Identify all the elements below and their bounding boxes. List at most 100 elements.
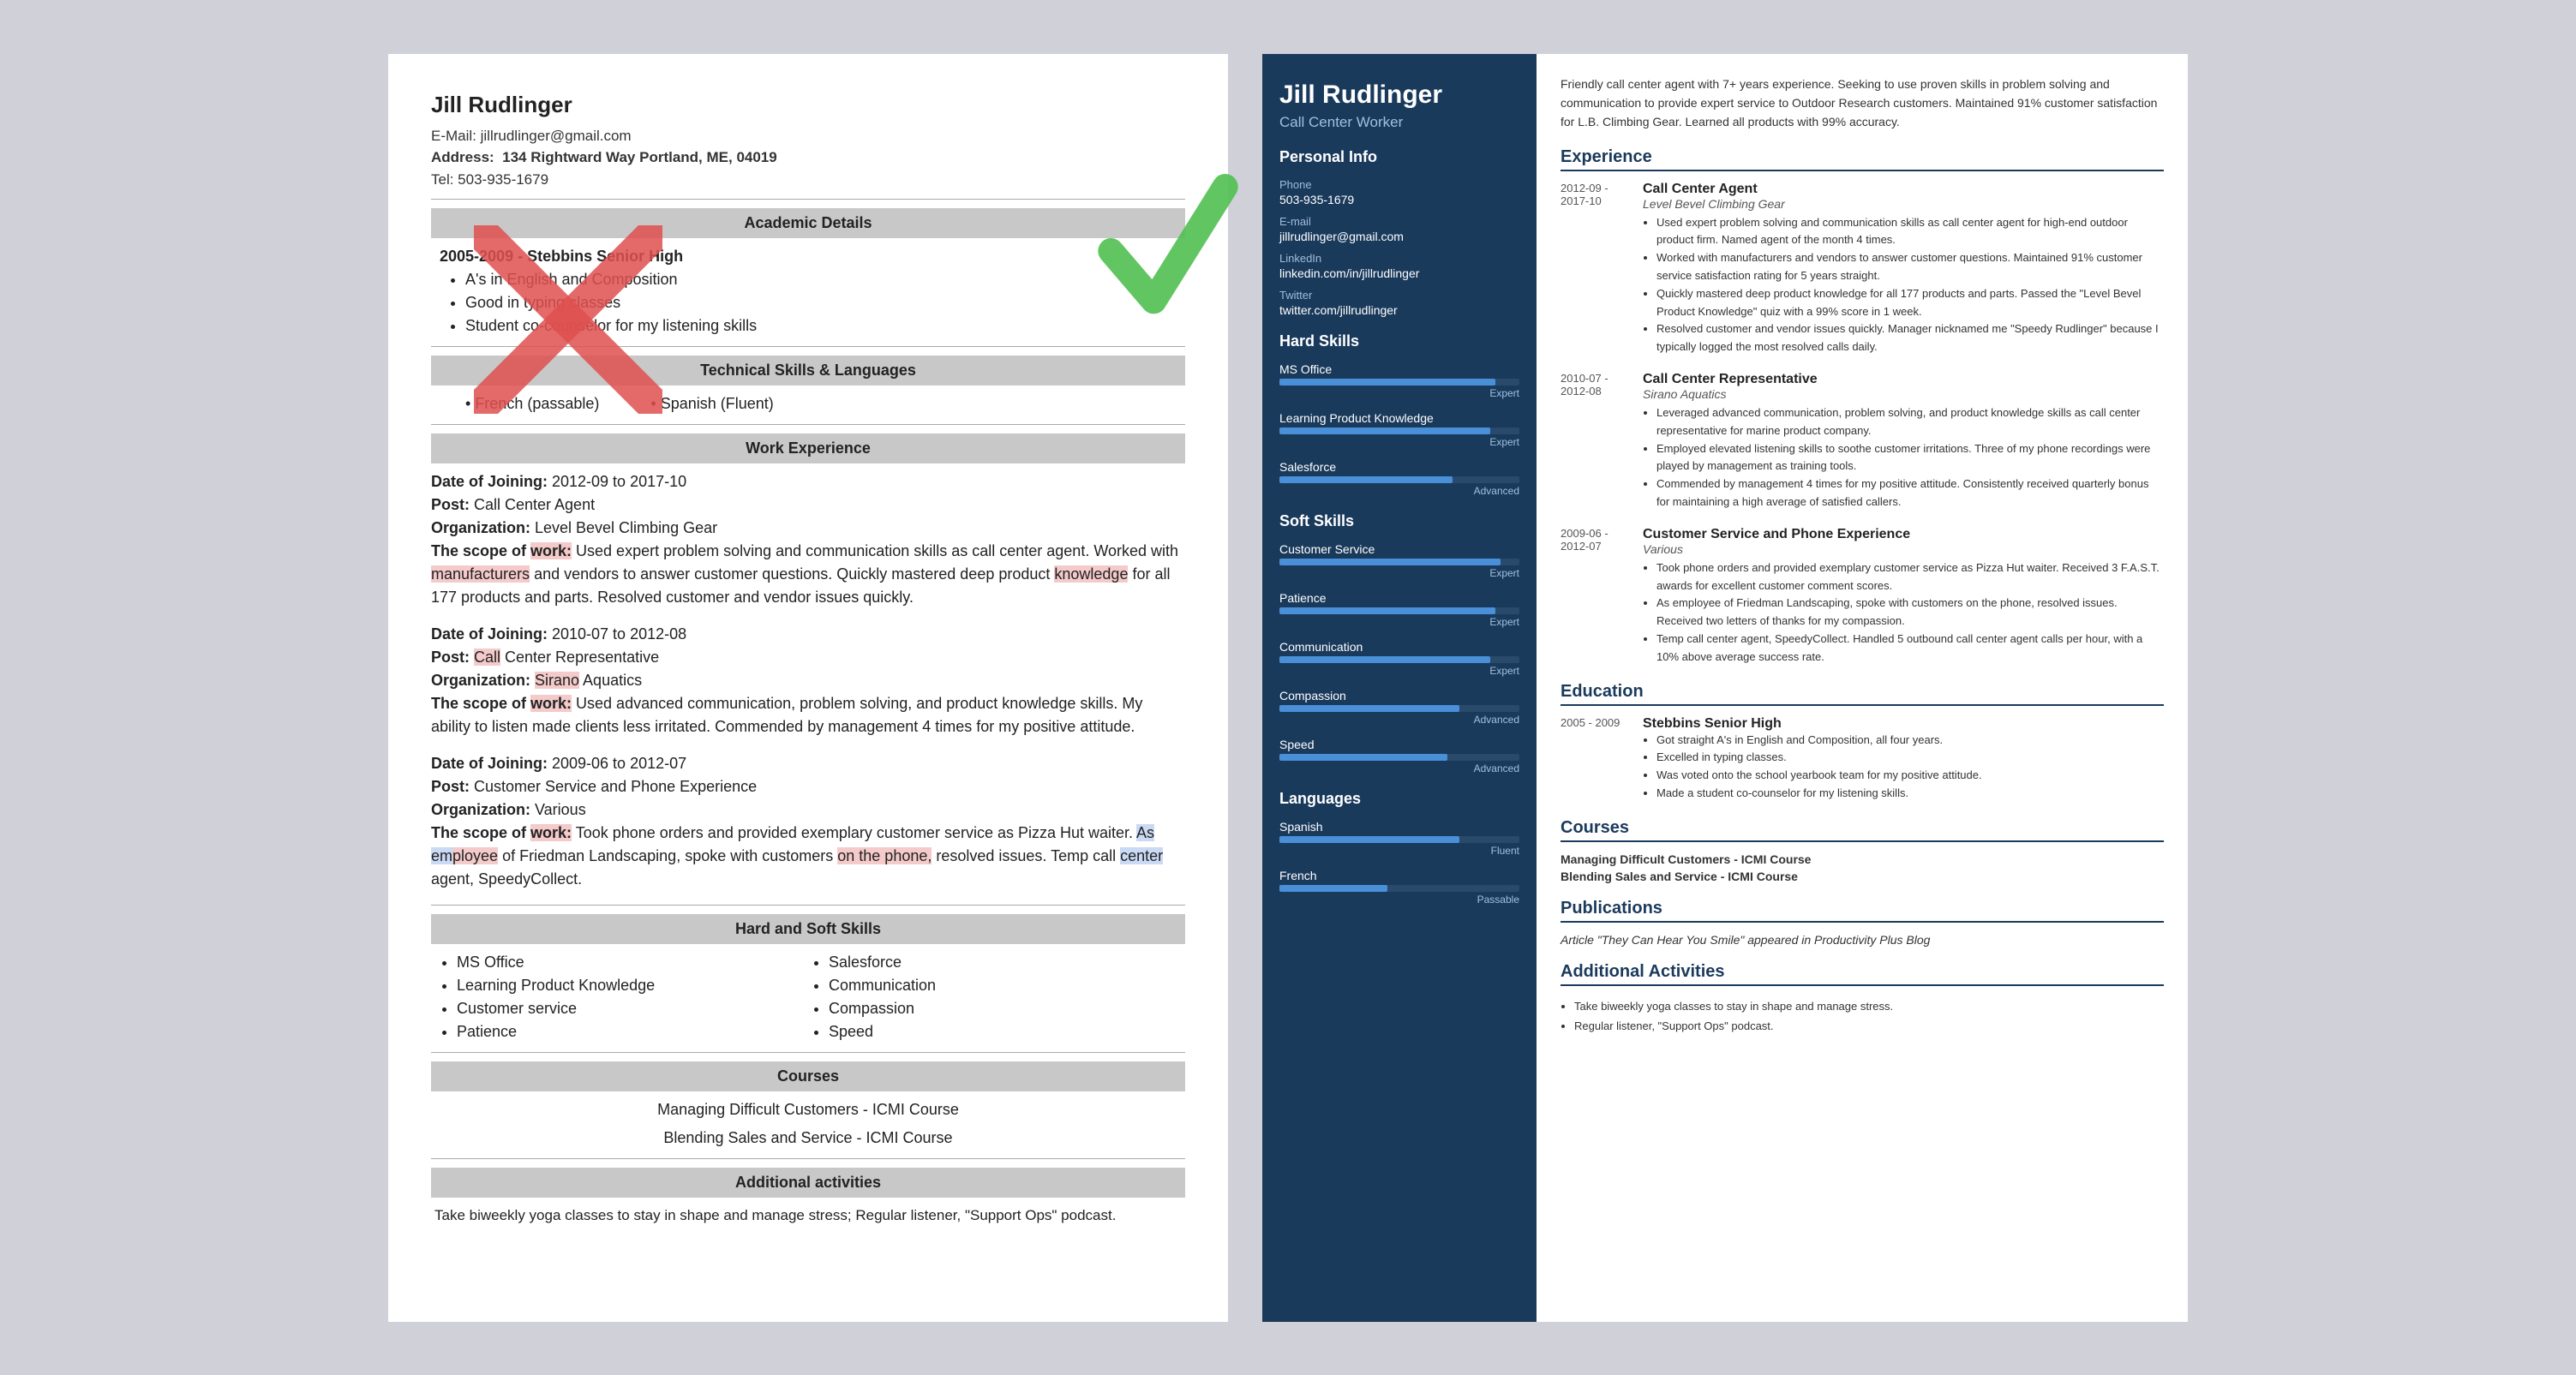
skill-level: Advanced xyxy=(1279,762,1519,774)
list-item: Learning Product Knowledge xyxy=(457,974,813,997)
list-item: Leveraged advanced communication, proble… xyxy=(1656,404,2164,440)
work-org-1: Organization: Level Bevel Climbing Gear xyxy=(431,517,1185,540)
list-item: Temp call center agent, SpeedyCollect. H… xyxy=(1656,631,2164,667)
publications-title: Publications xyxy=(1561,899,2164,923)
skill-bar-fill xyxy=(1279,607,1495,614)
skill-bar-fill xyxy=(1279,885,1387,892)
address-label: Address: xyxy=(431,149,494,165)
work-org-3: Organization: Various xyxy=(431,798,1185,822)
left-address: Address: 134 Rightward Way Portland, ME,… xyxy=(431,146,1185,169)
skill-bar-fill xyxy=(1279,656,1490,663)
work-item-3: Date of Joining: 2009-06 to 2012-07 Post… xyxy=(431,752,1185,891)
skill-bar-fill xyxy=(1279,559,1501,565)
sidebar-name: Jill Rudlinger xyxy=(1279,80,1519,111)
list-item: Commended by management 4 times for my p… xyxy=(1656,475,2164,511)
phone-value: 503-935-1679 xyxy=(1279,193,1519,206)
education-section: Education 2005 - 2009 Stebbins Senior Hi… xyxy=(1561,682,2164,803)
additional-section: Additional Activities Take biweekly yoga… xyxy=(1561,962,2164,1037)
divider xyxy=(431,199,1185,200)
work-dates-3: Date of Joining: 2009-06 to 2012-07 xyxy=(431,752,1185,775)
left-tel: Tel: 503-935-1679 xyxy=(431,169,1185,191)
skill-patience: Patience Expert xyxy=(1279,591,1519,628)
skill-name: Compassion xyxy=(1279,689,1519,702)
academic-title: Academic Details xyxy=(431,208,1185,238)
skill-bar-bg xyxy=(1279,656,1519,663)
list-item: Student co-counselor for my listening sk… xyxy=(465,314,1185,338)
lang-level: Fluent xyxy=(1279,845,1519,857)
skill-ms-office: MS Office Expert xyxy=(1279,362,1519,399)
skill-level: Expert xyxy=(1279,616,1519,628)
work-dates-2: Date of Joining: 2010-07 to 2012-08 xyxy=(431,623,1185,646)
additional-bullets: Take biweekly yoga classes to stay in sh… xyxy=(1561,996,2164,1037)
edu-item-1: 2005 - 2009 Stebbins Senior High Got str… xyxy=(1561,716,2164,803)
work-item-2: Date of Joining: 2010-07 to 2012-08 Post… xyxy=(431,623,1185,738)
work-post-2: Post: Call Center Representative xyxy=(431,646,1185,669)
skill-customer-service: Customer Service Expert xyxy=(1279,542,1519,579)
skill-bar-bg xyxy=(1279,379,1519,386)
work-scope-3: The scope of work: Took phone orders and… xyxy=(431,822,1185,891)
skill-bar-fill xyxy=(1279,476,1453,483)
list-item: Got straight A's in English and Composit… xyxy=(1656,732,1982,750)
work-scope-1: The scope of work: Used expert problem s… xyxy=(431,540,1185,609)
list-item: Communication xyxy=(829,974,1185,997)
course-item-2: Blending Sales and Service - ICMI Course xyxy=(1561,870,2164,883)
course-1: Managing Difficult Customers - ICMI Cour… xyxy=(431,1098,1185,1121)
skill-bar-fill xyxy=(1279,427,1490,434)
languages-title: Languages xyxy=(1279,790,1519,811)
skill-name: Communication xyxy=(1279,640,1519,654)
experience-title: Experience xyxy=(1561,147,2164,171)
left-name: Jill Rudlinger xyxy=(431,88,1185,122)
courses-title: Courses xyxy=(1561,818,2164,842)
skill-name: Salesforce xyxy=(1279,460,1519,474)
academic-item: 2005-2009 - Stebbins Senior High A's in … xyxy=(431,245,1185,338)
summary-text: Friendly call center agent with 7+ years… xyxy=(1561,75,2164,132)
list-item: Regular listener, "Support Ops" podcast. xyxy=(1574,1016,2164,1036)
skill-compassion: Compassion Advanced xyxy=(1279,689,1519,726)
left-email: E-Mail: jillrudlinger@gmail.com xyxy=(431,125,1185,147)
courses-title: Courses xyxy=(431,1061,1185,1091)
list-item: Made a student co-counselor for my liste… xyxy=(1656,785,1982,803)
pub-item-1: Article "They Can Hear You Smile" appear… xyxy=(1561,933,2164,947)
edu-bullets: Got straight A's in English and Composit… xyxy=(1643,732,1982,803)
exp-company-1: Level Bevel Climbing Gear xyxy=(1643,197,2164,211)
skill-bar-fill xyxy=(1279,379,1495,386)
email-label: E-mail xyxy=(1279,215,1519,228)
work-title: Work Experience xyxy=(431,433,1185,463)
work-dates-1: Date of Joining: 2012-09 to 2017-10 xyxy=(431,470,1185,493)
phone-label: Phone xyxy=(1279,178,1519,191)
sidebar-jobtitle: Call Center Worker xyxy=(1279,114,1519,131)
skill-name: Speed xyxy=(1279,738,1519,751)
additional-title: Additional activities xyxy=(431,1168,1185,1198)
list-item: Speed xyxy=(829,1020,1185,1043)
exp-dates-2: 2010-07 - 2012-08 xyxy=(1561,372,1629,511)
list-item: Was voted onto the school yearbook team … xyxy=(1656,767,1982,785)
divider xyxy=(431,1158,1185,1159)
exp-company-3: Various xyxy=(1643,542,2164,556)
exp-dates-1: 2012-09 - 2017-10 xyxy=(1561,182,1629,356)
email-value: jillrudlinger@gmail.com xyxy=(1279,230,1519,243)
course-item-1: Managing Difficult Customers - ICMI Cour… xyxy=(1561,852,2164,866)
address-value: 134 Rightward Way Portland, ME, 04019 xyxy=(502,149,777,165)
personal-info-title: Personal Info xyxy=(1279,148,1519,170)
skill-bar-fill xyxy=(1279,754,1447,761)
academic-bullets: A's in English and Composition Good in t… xyxy=(440,268,1185,338)
exp-bullets-2: Leveraged advanced communication, proble… xyxy=(1643,404,2164,511)
skill-bar-bg xyxy=(1279,705,1519,712)
list-item: Resolved customer and vendor issues quic… xyxy=(1656,320,2164,356)
list-item: Employed elevated listening skills to so… xyxy=(1656,440,2164,476)
work-org-2: Organization: Sirano Aquatics xyxy=(431,669,1185,692)
edu-dates: 2005 - 2009 xyxy=(1561,716,1629,803)
skills-row: • French (passable) • Spanish (Fluent) xyxy=(431,392,1185,415)
exp-bullets-3: Took phone orders and provided exemplary… xyxy=(1643,559,2164,667)
work-post-3: Post: Customer Service and Phone Experie… xyxy=(431,775,1185,798)
publications-section: Publications Article "They Can Hear You … xyxy=(1561,899,2164,947)
list-item: As employee of Friedman Landscaping, spo… xyxy=(1656,595,2164,631)
exp-role-1: Call Center Agent xyxy=(1643,182,2164,197)
work-item-1: Date of Joining: 2012-09 to 2017-10 Post… xyxy=(431,470,1185,609)
list-item: Took phone orders and provided exemplary… xyxy=(1656,559,2164,595)
skill-name: Customer Service xyxy=(1279,542,1519,556)
skill-bar-bg xyxy=(1279,476,1519,483)
skill-level: Advanced xyxy=(1279,714,1519,726)
skill-bar-bg xyxy=(1279,754,1519,761)
skill-salesforce: Salesforce Advanced xyxy=(1279,460,1519,497)
